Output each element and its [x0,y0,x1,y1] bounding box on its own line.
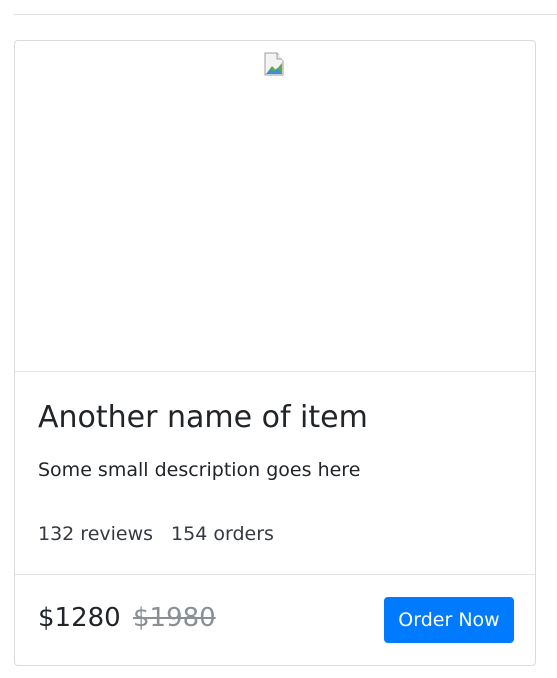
card-body: Another name of item Some small descript… [15,372,535,574]
product-image-area [15,41,535,372]
review-count: 132 reviews [38,523,154,545]
product-stats: 132 reviews 154 orders [38,522,274,546]
product-description: Some small description goes here [38,459,361,481]
card-footer: $1280 $1980 Order Now [15,574,535,666]
product-card: Another name of item Some small descript… [14,40,536,666]
old-price: $1980 [132,603,216,633]
order-now-button[interactable]: Order Now [384,597,514,643]
top-divider [14,14,557,15]
current-price: $1280 [38,603,121,633]
broken-image-icon [263,52,287,76]
order-count: 154 orders [171,523,274,545]
product-title: Another name of item [38,400,368,435]
price-row: $1280 $1980 [38,601,216,635]
